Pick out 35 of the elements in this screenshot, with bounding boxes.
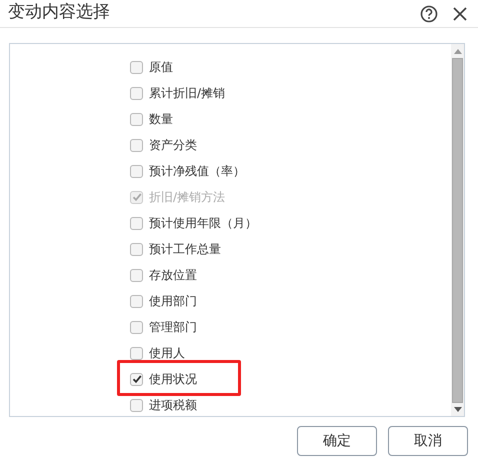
option-label: 存放位置 bbox=[149, 266, 197, 284]
checkbox[interactable] bbox=[130, 86, 143, 100]
checkbox[interactable] bbox=[130, 242, 143, 256]
checkbox[interactable] bbox=[130, 60, 143, 74]
checkbox[interactable] bbox=[130, 164, 143, 178]
option-label: 累计折旧/摊销 bbox=[149, 84, 226, 102]
checkbox[interactable] bbox=[130, 268, 143, 282]
dialog-button[interactable]: 取消 bbox=[388, 426, 468, 456]
option-label: 预计工作总量 bbox=[149, 240, 221, 258]
option-label: 数量 bbox=[149, 110, 173, 128]
option-label: 进项税额 bbox=[149, 396, 197, 414]
close-icon[interactable] bbox=[452, 6, 468, 22]
option-label: 使用人 bbox=[149, 344, 185, 362]
checkbox[interactable] bbox=[130, 398, 143, 412]
scrollbar[interactable] bbox=[451, 44, 464, 416]
checkbox[interactable] bbox=[130, 216, 143, 230]
checkbox[interactable] bbox=[130, 346, 143, 360]
option-label: 使用部门 bbox=[149, 292, 197, 310]
checkbox[interactable] bbox=[130, 320, 143, 334]
scroll-down-icon[interactable] bbox=[454, 407, 462, 412]
option-label: 预计使用年限（月） bbox=[149, 214, 257, 232]
option-label: 管理部门 bbox=[149, 318, 197, 336]
checkbox[interactable] bbox=[130, 372, 143, 386]
dialog-title: 变动内容选择 bbox=[8, 1, 111, 23]
checkbox[interactable] bbox=[130, 294, 143, 308]
option-label: 资产分类 bbox=[149, 136, 197, 154]
help-icon[interactable] bbox=[420, 4, 438, 22]
checkbox[interactable] bbox=[130, 138, 143, 152]
option-label: 折旧/摊销方法 bbox=[149, 188, 226, 206]
scroll-up-icon[interactable] bbox=[454, 49, 462, 54]
option-label: 预计净残值（率） bbox=[149, 162, 245, 180]
option-label: 使用状况 bbox=[149, 370, 197, 388]
dialog-button[interactable]: 确定 bbox=[297, 426, 377, 456]
option-label: 原值 bbox=[149, 58, 173, 76]
checkbox[interactable] bbox=[130, 112, 143, 126]
